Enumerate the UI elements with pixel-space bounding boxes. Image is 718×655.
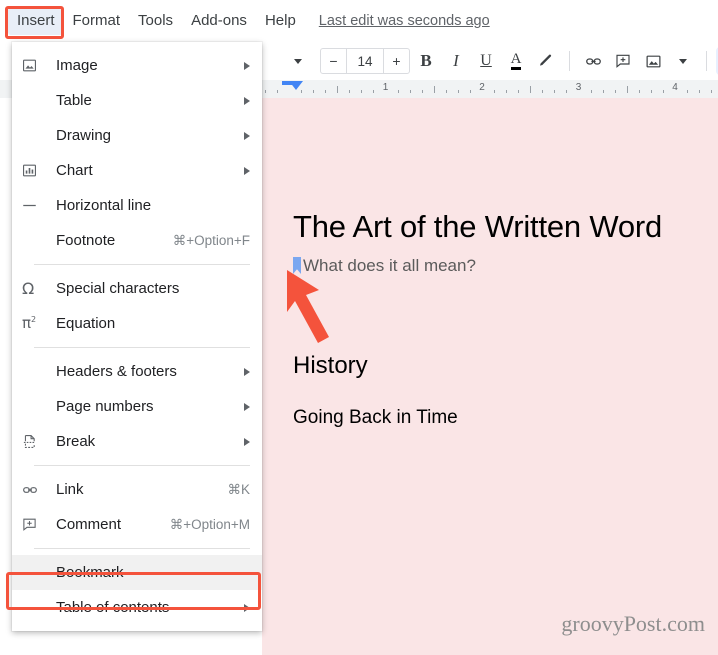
submenu-arrow-icon <box>244 437 250 446</box>
menu-item-table-of-contents[interactable]: Table of contents <box>12 590 262 625</box>
menubar-item-insert[interactable]: Insert <box>8 7 64 35</box>
page-break-icon <box>22 434 50 449</box>
insert-image-icon[interactable] <box>639 47 667 75</box>
menubar-item-format[interactable]: Format <box>64 7 130 35</box>
document-title-text: The Art of the Written Word <box>293 209 663 244</box>
menu-item-special-characters[interactable]: Ω Special characters <box>12 271 262 306</box>
menu-separator <box>34 347 250 348</box>
formatting-toolbar[interactable]: − 14 + B I U A <box>262 42 718 80</box>
menu-item-label: Footnote <box>56 232 116 249</box>
ruler-tick-label: 3 <box>575 82 582 93</box>
font-size-increase-button[interactable]: + <box>384 49 409 73</box>
italic-button[interactable]: I <box>442 47 470 75</box>
document-ruler[interactable]: 1 2 3 4 <box>262 80 718 98</box>
submenu-arrow-icon <box>244 402 250 411</box>
underline-button[interactable]: U <box>472 47 500 75</box>
menu-item-label: Table <box>56 92 92 109</box>
menu-item-label: Break <box>56 433 96 450</box>
menu-item-shortcut: ⌘K <box>227 481 250 497</box>
submenu-arrow-icon <box>244 367 250 376</box>
partial-toolbar-icon <box>2 54 10 66</box>
menu-item-break[interactable]: Break <box>12 424 262 459</box>
watermark-text: groovyPost.com <box>561 611 705 636</box>
menu-separator <box>34 264 250 265</box>
ruler-tick-label: 4 <box>672 82 678 93</box>
menubar-item-add-ons[interactable]: Add-ons <box>182 7 256 35</box>
ruler-tick-label: 1 <box>382 82 389 93</box>
toolbar-divider <box>706 51 707 71</box>
document-subtitle-text: What does it all mean? <box>303 256 476 275</box>
menu-item-page-numbers[interactable]: Page numbers <box>12 389 262 424</box>
bookmark-flag-icon <box>293 257 301 274</box>
menu-item-footnote[interactable]: Footnote ⌘+Option+F <box>12 223 262 258</box>
font-size-decrease-button[interactable]: − <box>321 49 346 73</box>
insert-link-icon[interactable] <box>579 47 607 75</box>
document-canvas[interactable]: The Art of the Written Word What does it… <box>262 98 718 655</box>
menu-item-label: Table of contents <box>56 599 170 616</box>
menubar-item-tools[interactable]: Tools <box>129 7 182 35</box>
equation-icon: π2 <box>22 314 37 332</box>
caret-down-icon <box>679 58 687 64</box>
link-icon <box>22 482 50 498</box>
omega-icon: Ω <box>22 278 35 298</box>
font-size-value[interactable]: 14 <box>346 49 384 73</box>
submenu-arrow-icon <box>244 603 250 612</box>
menu-item-label: Horizontal line <box>56 197 152 214</box>
submenu-arrow-icon <box>244 131 250 140</box>
bold-button[interactable]: B <box>412 47 440 75</box>
menu-item-table[interactable]: Table <box>12 83 262 118</box>
insert-dropdown-menu[interactable]: Image Table Drawing Chart Horizontal line Foo… <box>12 42 262 631</box>
menu-bar[interactable]: Insert Format Tools Add-ons Help Last ed… <box>0 0 718 42</box>
left-edge-strip <box>0 42 12 655</box>
ruler-tick-label: 2 <box>479 82 485 93</box>
menu-item-label: Equation <box>56 315 116 332</box>
menubar-item-help[interactable]: Help <box>256 7 305 35</box>
menu-item-equation[interactable]: π2 Equation <box>12 306 262 341</box>
menu-item-headers-footers[interactable]: Headers & footers <box>12 354 262 389</box>
menu-item-label: Page numbers <box>56 398 154 415</box>
submenu-arrow-icon <box>244 96 250 105</box>
menu-item-drawing[interactable]: Drawing <box>12 118 262 153</box>
chart-icon <box>22 163 50 178</box>
menu-item-shortcut: ⌘+Option+F <box>172 232 250 248</box>
caret-down-icon <box>294 58 302 64</box>
toolbar-divider <box>569 51 570 71</box>
menu-item-bookmark[interactable]: Bookmark <box>12 555 262 590</box>
document-heading-going-back-in-time: Going Back in Time <box>293 407 458 428</box>
menu-item-label: Headers & footers <box>56 363 177 380</box>
menu-item-shortcut: ⌘+Option+M <box>169 516 250 532</box>
image-options-caret-icon[interactable] <box>669 47 697 75</box>
menu-item-label: Drawing <box>56 127 112 144</box>
menu-item-label: Comment <box>56 516 122 533</box>
menu-item-label: Link <box>56 481 84 498</box>
left-indent-marker-icon[interactable] <box>289 81 303 90</box>
add-comment-icon <box>22 517 50 532</box>
add-comment-icon[interactable] <box>609 47 637 75</box>
submenu-arrow-icon <box>244 166 250 175</box>
menu-item-label: Bookmark <box>56 564 124 581</box>
submenu-arrow-icon <box>244 61 250 70</box>
last-edit-status[interactable]: Last edit was seconds ago <box>319 13 490 29</box>
menu-item-chart[interactable]: Chart <box>12 153 262 188</box>
menu-item-label: Image <box>56 57 98 74</box>
menu-item-image[interactable]: Image <box>12 48 262 83</box>
font-size-stepper[interactable]: − 14 + <box>320 48 410 74</box>
image-icon <box>22 58 50 73</box>
toolbar-more-caret-icon[interactable] <box>284 47 312 75</box>
highlighter-icon[interactable] <box>532 47 560 75</box>
partial-ruler <box>0 80 12 98</box>
text-color-button[interactable]: A <box>502 47 530 75</box>
menu-item-link[interactable]: Link ⌘K <box>12 472 262 507</box>
menu-item-label: Special characters <box>56 280 180 297</box>
menu-item-horizontal-line[interactable]: Horizontal line <box>12 188 262 223</box>
menu-separator <box>34 465 250 466</box>
google-docs-window: The Art of the Written Word What does it… <box>0 0 718 655</box>
menu-item-label: Chart <box>56 162 93 179</box>
menu-item-comment[interactable]: Comment ⌘+Option+M <box>12 507 262 542</box>
document-heading-history: History <box>293 352 368 379</box>
horizontal-line-icon <box>22 198 50 213</box>
menu-separator <box>34 548 250 549</box>
